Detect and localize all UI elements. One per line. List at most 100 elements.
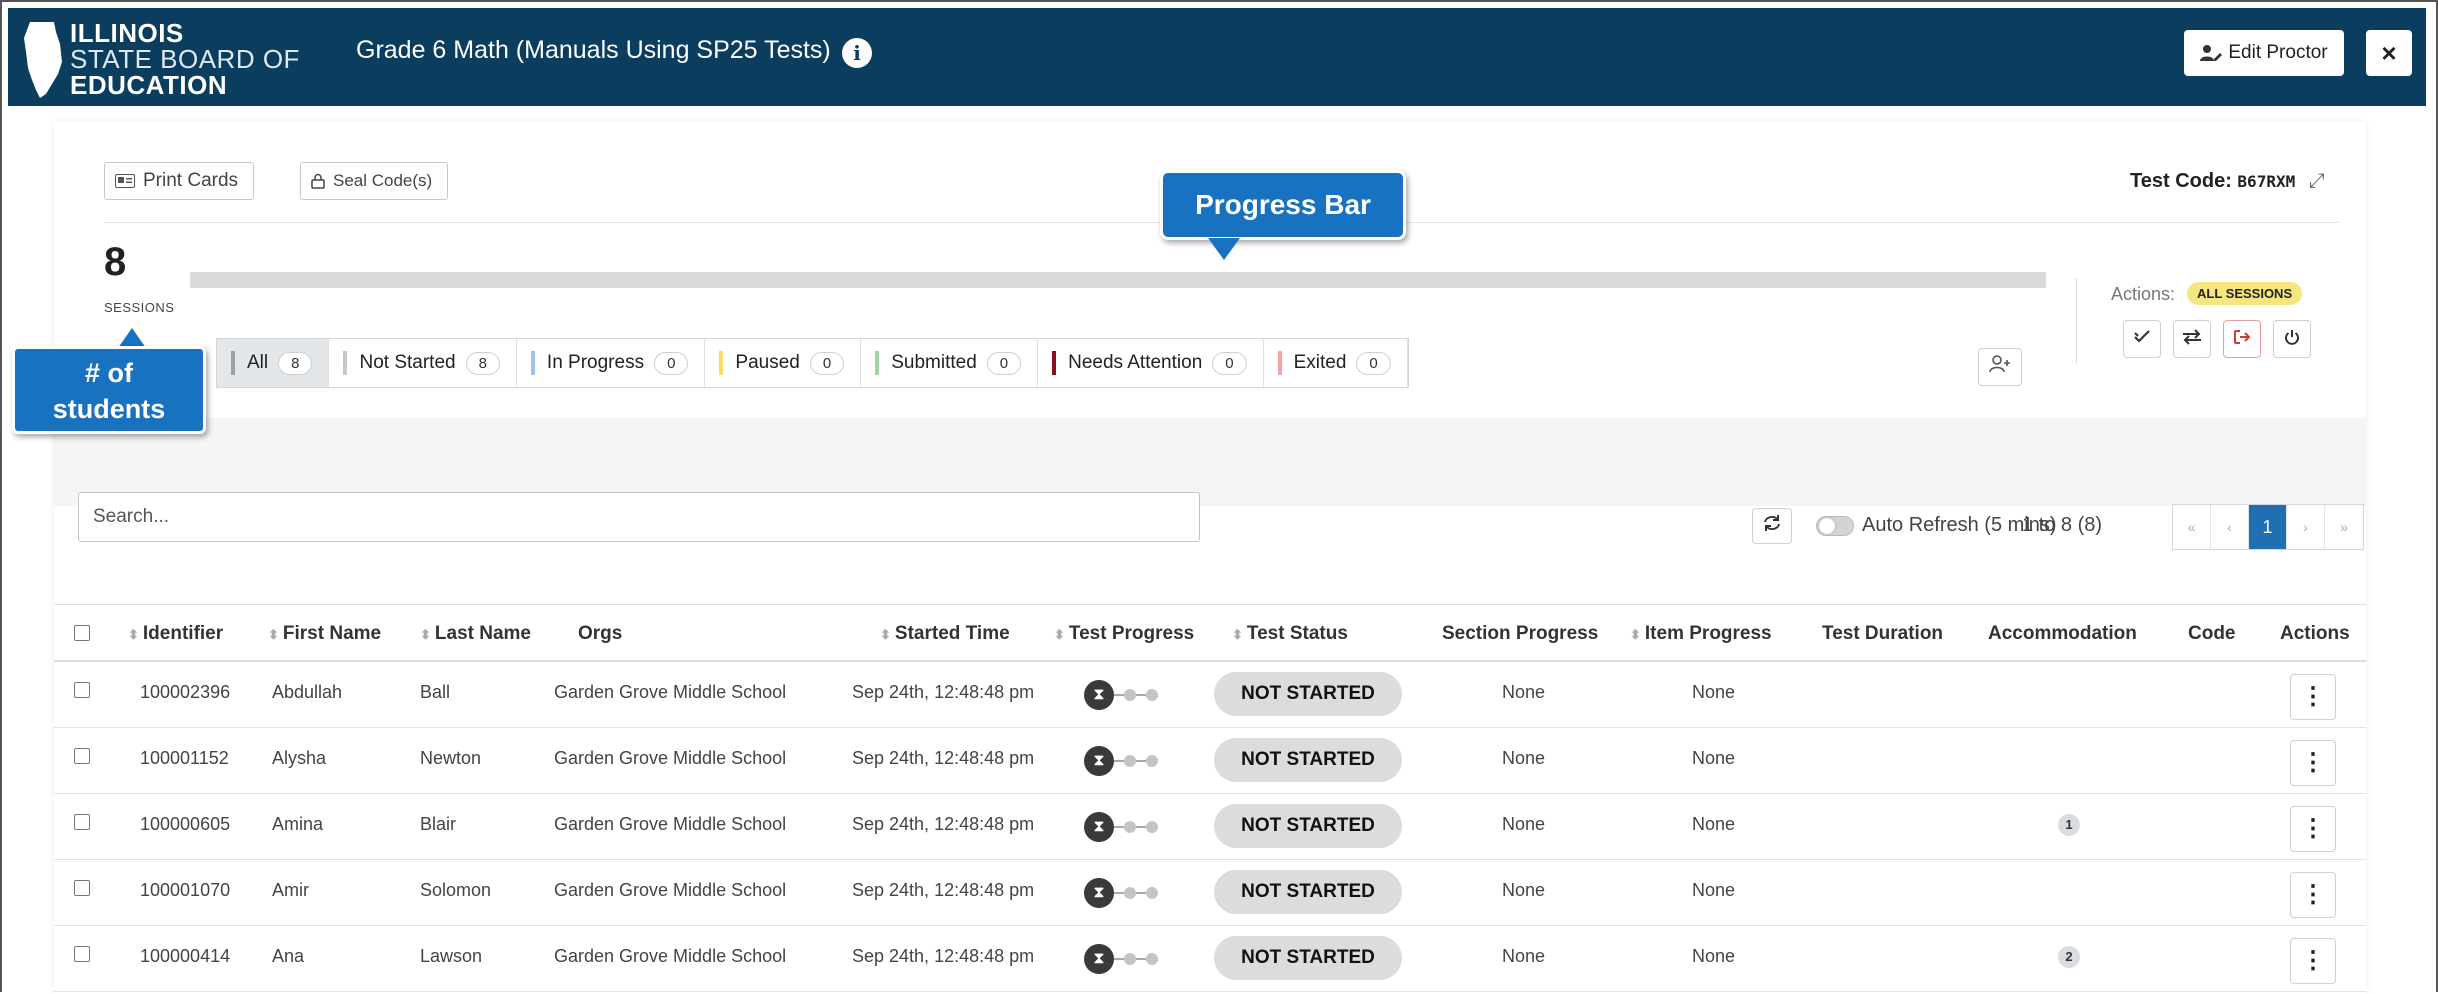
col-item-progress[interactable]: ⬍ Item Progress: [1630, 623, 1772, 645]
add-student-button[interactable]: [1978, 348, 2022, 386]
progress-connector: [1136, 958, 1146, 960]
test-code-value: B67RXM: [2237, 172, 2296, 191]
row-actions-button[interactable]: ⋮: [2290, 872, 2336, 918]
seal-code-button[interactable]: Seal Code(s): [300, 162, 448, 200]
row-checkbox[interactable]: [74, 682, 90, 698]
row-actions-button[interactable]: ⋮: [2290, 674, 2336, 720]
started-time-cell: Sep 24th, 12:48:48 pm: [852, 682, 1035, 702]
table-row[interactable]: 100000414 Ana Lawson Garden Grove Middle Sc…: [54, 926, 2366, 992]
filter-tab-in-progress[interactable]: In Progress 0: [517, 339, 706, 387]
table-row[interactable]: 100001070 Amir Solomon Garden Grove Middle …: [54, 860, 2366, 926]
progress-connector: [1114, 892, 1124, 894]
filter-tab-submitted[interactable]: Submitted 0: [861, 339, 1039, 387]
section-progress-cell: None: [1502, 682, 1546, 702]
filter-tab-needs-attention[interactable]: Needs Attention 0: [1038, 339, 1264, 387]
last-name-cell: Blair: [420, 814, 457, 834]
status-badge: NOT STARTED: [1214, 870, 1402, 914]
progress-connector: [1114, 694, 1124, 696]
col-test-status[interactable]: ⬍ Test Status: [1232, 623, 1348, 645]
callout-line: # of: [84, 358, 133, 388]
col-test-progress[interactable]: ⬍ Test Progress: [1054, 623, 1194, 645]
hourglass-icon: ⧗: [1084, 878, 1114, 908]
filter-label: Exited: [1293, 352, 1347, 373]
pagination-range: 1 to 8 (8): [2022, 514, 2103, 536]
lock-icon: [311, 173, 325, 189]
first-name-cell: Ana: [272, 946, 305, 966]
first-page-button[interactable]: «: [2173, 505, 2211, 549]
first-name-cell: Amina: [272, 814, 324, 834]
col-started-time[interactable]: ⬍ Started Time: [880, 623, 1010, 645]
filter-tab-exited[interactable]: Exited 0: [1264, 339, 1408, 387]
filter-count: 0: [809, 351, 845, 375]
filter-color-bar: [1277, 351, 1282, 375]
row-actions-button[interactable]: ⋮: [2290, 938, 2336, 984]
row-checkbox[interactable]: [74, 748, 90, 764]
callout-num-students: # of students: [12, 346, 206, 434]
org-cell: Garden Grove Middle School: [554, 880, 787, 900]
row-actions-button[interactable]: ⋮: [2290, 740, 2336, 786]
progress-step-dot: [1146, 887, 1158, 899]
col-first-name[interactable]: ⬍ First Name: [268, 623, 381, 645]
progress-connector: [1114, 958, 1124, 960]
col-actions: Actions: [2280, 623, 2350, 644]
exit-all-button[interactable]: [2223, 320, 2261, 358]
identifier-cell: 100002396: [140, 682, 231, 702]
item-progress-cell: None: [1692, 748, 1736, 768]
row-actions-button[interactable]: ⋮: [2290, 806, 2336, 852]
close-button[interactable]: ×: [2366, 30, 2412, 76]
table-row[interactable]: 100000605 Amina Blair Garden Grove Middle S…: [54, 794, 2366, 860]
power-button[interactable]: [2273, 320, 2311, 358]
progress-step-dot: [1124, 953, 1136, 965]
approve-all-button[interactable]: [2123, 320, 2161, 358]
progress-step-dot: [1146, 953, 1158, 965]
logo-line-1: ILLINOIS: [70, 18, 184, 48]
test-progress-indicator: ⧗: [1084, 746, 1158, 776]
accommodation-badge: 1: [2058, 814, 2080, 836]
row-checkbox[interactable]: [74, 946, 90, 962]
col-last-name[interactable]: ⬍ Last Name: [420, 623, 531, 645]
col-identifier[interactable]: ⬍ Identifier: [128, 623, 223, 645]
next-page-button[interactable]: ›: [2287, 505, 2325, 549]
progress-connector: [1136, 694, 1146, 696]
progress-step-dot: [1146, 689, 1158, 701]
row-checkbox[interactable]: [74, 880, 90, 896]
page-title: Grade 6 Math (Manuals Using SP25 Tests): [356, 36, 831, 64]
transfer-button[interactable]: [2173, 320, 2211, 358]
filter-tab-all[interactable]: All 8: [217, 339, 330, 387]
row-checkbox[interactable]: [74, 814, 90, 830]
col-accommodation: Accommodation: [1988, 623, 2137, 644]
page-1-button[interactable]: 1: [2249, 505, 2287, 549]
col-code: Code: [2188, 623, 2236, 644]
callout-pointer: [118, 328, 146, 348]
callout-progress-bar: Progress Bar: [1160, 170, 1406, 240]
status-filter-tabs: All 8 Not Started 8 In Progress 0 Paused…: [216, 338, 1409, 388]
auto-refresh-toggle[interactable]: [1816, 516, 1854, 536]
info-icon[interactable]: i: [842, 38, 872, 68]
test-code: Test Code: B67RXM ⤢: [2130, 170, 2325, 193]
table-row[interactable]: 100002396 Abdullah Ball Garden Grove Middle…: [54, 662, 2366, 728]
expand-icon[interactable]: ⤢: [2309, 170, 2325, 192]
identifier-cell: 100001152: [140, 748, 229, 768]
prev-page-button[interactable]: ‹: [2211, 505, 2249, 549]
filter-tab-not-started[interactable]: Not Started 8: [329, 339, 517, 387]
progress-connector: [1136, 826, 1146, 828]
filter-label: All: [247, 352, 269, 373]
print-cards-button[interactable]: Print Cards: [104, 162, 254, 200]
org-cell: Garden Grove Middle School: [554, 946, 787, 966]
search-input[interactable]: [78, 492, 1200, 542]
actions-label: Actions:: [2111, 284, 2176, 304]
refresh-button[interactable]: [1752, 508, 1792, 544]
sort-icon: ⬍: [880, 627, 891, 642]
filter-tab-paused[interactable]: Paused 0: [705, 339, 862, 387]
add-user-icon: [1989, 355, 2010, 373]
filter-color-bar: [530, 351, 535, 375]
edit-proctor-button[interactable]: Edit Proctor: [2184, 30, 2344, 76]
select-all-checkbox[interactable]: [74, 625, 90, 641]
progress-connector: [1136, 760, 1146, 762]
exit-icon: [2234, 330, 2251, 344]
item-progress-cell: None: [1692, 880, 1736, 900]
filter-count: 8: [465, 351, 500, 375]
table-row[interactable]: 100001152 Alysha Newton Garden Grove Middle…: [54, 728, 2366, 794]
last-page-button[interactable]: »: [2325, 505, 2363, 549]
identifier-cell: 100001070: [140, 880, 231, 900]
